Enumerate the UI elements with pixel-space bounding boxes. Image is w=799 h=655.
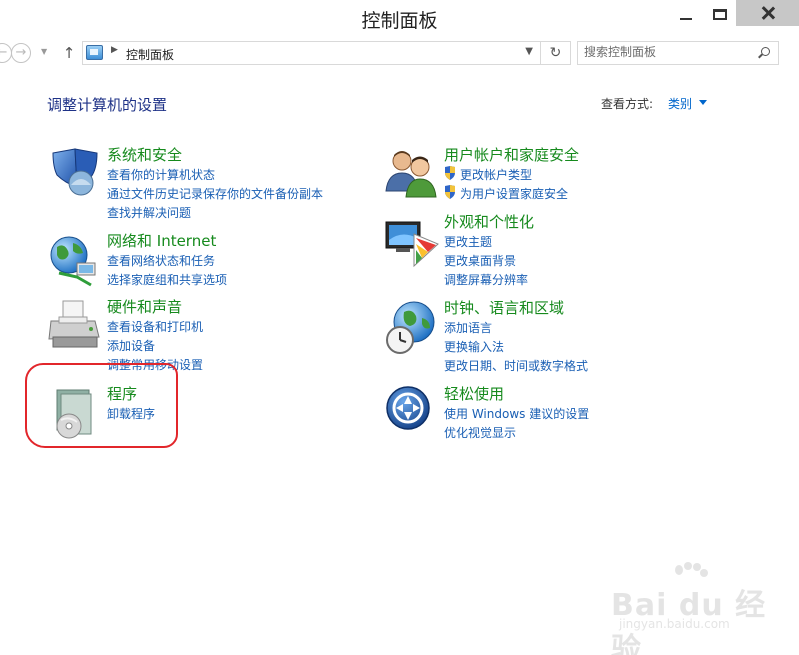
link-devices-printers[interactable]: 查看设备和打印机 (107, 318, 203, 335)
link-screen-resolution[interactable]: 调整屏幕分辨率 (444, 271, 528, 288)
clock-globe-icon[interactable] (384, 300, 440, 356)
category-network-internet: 网络和 Internet 查看网络状态和任务 选择家庭组和共享选项 (47, 230, 367, 293)
forward-button[interactable]: → (11, 43, 31, 63)
link-view-computer-status[interactable]: 查看你的计算机状态 (107, 166, 215, 183)
category-user-accounts: 用户帐户和家庭安全 更改帐户类型 为用户设置家庭安全 (384, 144, 744, 207)
link-troubleshoot[interactable]: 查找并解决问题 (107, 204, 191, 221)
link-change-desktop-background[interactable]: 更改桌面背景 (444, 252, 516, 269)
title-bar: 控制面板 (0, 0, 799, 36)
link-add-device[interactable]: 添加设备 (107, 337, 155, 354)
search-input[interactable] (584, 45, 754, 59)
uac-shield-icon (445, 185, 455, 199)
link-optimize-visual-display[interactable]: 优化视觉显示 (444, 424, 516, 441)
breadcrumb-separator-icon[interactable]: ▶ (111, 45, 118, 55)
view-by-dropdown[interactable]: 类别 (668, 95, 692, 112)
control-panel-icon (86, 45, 103, 60)
address-dropdown-icon[interactable]: ▼ (525, 46, 533, 57)
users-icon[interactable] (384, 147, 440, 203)
link-date-time-format[interactable]: 更改日期、时间或数字格式 (444, 357, 588, 374)
link-change-input-method[interactable]: 更换输入法 (444, 338, 504, 355)
highlight-annotation (25, 363, 178, 448)
search-icon[interactable] (758, 47, 770, 59)
category-title-clock-language-region[interactable]: 时钟、语言和区域 (444, 297, 564, 318)
link-homegroup-sharing[interactable]: 选择家庭组和共享选项 (107, 271, 227, 288)
monitor-palette-icon[interactable] (384, 214, 440, 270)
maximize-icon (713, 8, 727, 20)
link-network-status[interactable]: 查看网络状态和任务 (107, 252, 215, 269)
uac-shield-icon (445, 166, 455, 180)
baidu-watermark: Bai du 经验 jingyan.baidu.com (611, 562, 791, 655)
category-title-network-internet[interactable]: 网络和 Internet (107, 230, 216, 251)
category-title-system-security[interactable]: 系统和安全 (107, 144, 182, 165)
printer-icon[interactable] (47, 299, 103, 355)
minimize-icon (680, 18, 692, 20)
up-button[interactable]: ↑ (61, 43, 77, 63)
category-title-ease-of-access[interactable]: 轻松使用 (444, 383, 504, 404)
watermark-url: jingyan.baidu.com (619, 617, 730, 631)
close-button[interactable] (736, 0, 799, 26)
link-file-history-backup[interactable]: 通过文件历史记录保存你的文件备份副本 (107, 185, 323, 202)
link-windows-suggested-settings[interactable]: 使用 Windows 建议的设置 (444, 405, 589, 422)
category-clock-language-region: 时钟、语言和区域 添加语言 更换输入法 更改日期、时间或数字格式 (384, 297, 744, 380)
refresh-button[interactable]: ↻ (540, 42, 570, 64)
page-title: 调整计算机的设置 (47, 96, 168, 114)
shield-icon[interactable] (47, 147, 103, 203)
address-bar[interactable]: ▶ 控制面板 ▼ ↻ (82, 41, 571, 65)
link-change-account-type[interactable]: 更改帐户类型 (460, 166, 532, 183)
ease-of-access-icon[interactable] (384, 386, 440, 442)
link-change-theme[interactable]: 更改主题 (444, 233, 492, 250)
link-family-safety[interactable]: 为用户设置家庭安全 (460, 185, 568, 202)
category-title-appearance[interactable]: 外观和个性化 (444, 211, 534, 232)
breadcrumb-control-panel[interactable]: 控制面板 (126, 46, 174, 63)
link-add-language[interactable]: 添加语言 (444, 319, 492, 336)
network-globe-icon[interactable] (47, 233, 103, 289)
minimize-button[interactable] (666, 0, 706, 28)
category-title-hardware-sound[interactable]: 硬件和声音 (107, 296, 182, 317)
close-icon (761, 6, 775, 20)
view-by-label: 查看方式: (601, 97, 654, 111)
category-appearance: 外观和个性化 更改主题 更改桌面背景 调整屏幕分辨率 (384, 211, 744, 294)
category-title-user-accounts[interactable]: 用户帐户和家庭安全 (444, 144, 579, 165)
maximize-button[interactable] (706, 0, 734, 28)
category-system-security: 系统和安全 查看你的计算机状态 通过文件历史记录保存你的文件备份副本 查找并解决… (47, 144, 367, 227)
search-box[interactable] (577, 41, 779, 65)
chevron-down-icon[interactable] (699, 100, 707, 105)
navigation-bar: ← → ▼ ↑ ▶ 控制面板 ▼ ↻ (0, 38, 799, 70)
category-ease-of-access: 轻松使用 使用 Windows 建议的设置 优化视觉显示 (384, 383, 744, 446)
recent-locations-dropdown[interactable]: ▼ (41, 47, 47, 56)
